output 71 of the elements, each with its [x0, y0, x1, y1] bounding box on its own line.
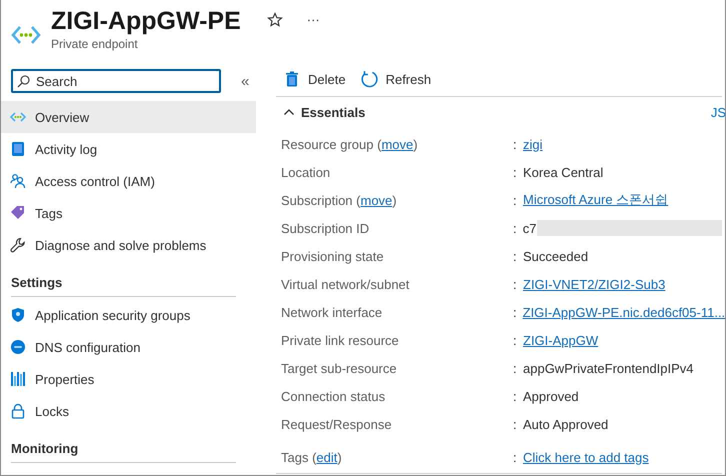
- field-label: Network interface: [281, 304, 384, 320]
- refresh-button[interactable]: Refresh: [360, 70, 432, 88]
- separator: :: [513, 136, 517, 152]
- nav-item[interactable]: Tags: [1, 197, 256, 229]
- nav-item[interactable]: Application security groups: [1, 299, 256, 331]
- action-link[interactable]: move: [381, 136, 414, 152]
- separator: :: [513, 304, 517, 320]
- delete-button[interactable]: Delete: [284, 71, 346, 87]
- field-label: Subscription ID: [281, 220, 370, 236]
- people-icon: [10, 173, 26, 189]
- value-link[interactable]: zigi: [523, 136, 543, 152]
- value-link[interactable]: Microsoft Azure 스폰서쉽: [523, 191, 668, 209]
- resource-type: Private endpoint: [51, 37, 139, 51]
- field-label: Virtual network/subnet: [281, 276, 410, 292]
- separator: :: [513, 220, 517, 236]
- nav-item[interactable]: Locks: [1, 395, 256, 427]
- search-field[interactable]: Search: [11, 69, 221, 93]
- field-label: Private link resource: [281, 332, 400, 348]
- more-button[interactable]: ···: [302, 12, 324, 27]
- field-value: Approved: [523, 388, 579, 404]
- field-value: Korea Central: [523, 164, 604, 180]
- star-icon: [266, 12, 283, 28]
- shield-icon: [10, 307, 26, 323]
- essentials-toggle[interactable]: Essentials: [283, 104, 366, 120]
- dns-icon: [10, 339, 26, 355]
- nav-item[interactable]: Properties: [1, 363, 256, 395]
- wrench-icon: [10, 237, 26, 253]
- log-icon: [10, 141, 26, 157]
- separator: :: [513, 248, 517, 264]
- value-link[interactable]: ZIGI-AppGW-PE.nic.ded6cf05-11...: [522, 304, 725, 320]
- tag-icon: [10, 205, 26, 221]
- bars-icon: [10, 371, 26, 387]
- lock-icon: [10, 403, 26, 419]
- json-view-link[interactable]: JS: [710, 104, 725, 120]
- separator: :: [513, 192, 517, 208]
- separator: :: [513, 332, 517, 348]
- add-tags-link[interactable]: Click here to add tags: [523, 450, 649, 464]
- action-link[interactable]: edit: [316, 450, 338, 464]
- nav-item[interactable]: Access control (IAM): [1, 165, 256, 197]
- field-label: Target sub-resource: [281, 360, 398, 376]
- field-label: Connection status: [281, 388, 386, 404]
- field-label: Request/Response: [281, 416, 393, 432]
- field-value: c7: [522, 220, 537, 236]
- field-label: Provisioning state: [281, 248, 385, 264]
- action-link[interactable]: move: [360, 192, 392, 208]
- field-label: Subscription (move): [281, 192, 398, 208]
- separator: :: [513, 450, 517, 464]
- section-heading: Settings: [11, 275, 62, 290]
- field-value: Succeeded: [523, 248, 588, 264]
- field-value: appGwPrivateFrontendIpIPv4: [523, 360, 694, 376]
- trash-icon: [284, 71, 300, 87]
- search-icon: [17, 75, 30, 88]
- section-heading: Monitoring: [11, 441, 78, 456]
- nav-item[interactable]: Activity log: [1, 133, 256, 165]
- collapse-button[interactable]: «: [235, 72, 256, 90]
- separator: :: [513, 164, 517, 180]
- value-link[interactable]: ZIGI-VNET2/ZIGI2-Sub3: [523, 276, 666, 292]
- nav-item[interactable]: Diagnose and solve problems: [1, 229, 256, 261]
- field-value: Auto Approved: [523, 416, 608, 432]
- separator: :: [513, 416, 517, 432]
- refresh-icon: [360, 70, 378, 88]
- separator: :: [513, 388, 517, 404]
- resource-title: ZIGI-AppGW-PE: [51, 6, 241, 36]
- value-link[interactable]: ZIGI-AppGW: [523, 332, 598, 348]
- separator: :: [513, 276, 517, 292]
- field-label: Tags (edit): [281, 450, 343, 464]
- separator: :: [513, 360, 517, 376]
- field-label: Location: [281, 164, 332, 180]
- nav-item[interactable]: DNS configuration: [1, 331, 256, 363]
- nav-item[interactable]: Overview: [1, 101, 256, 133]
- field-label: Resource group (move): [281, 136, 419, 152]
